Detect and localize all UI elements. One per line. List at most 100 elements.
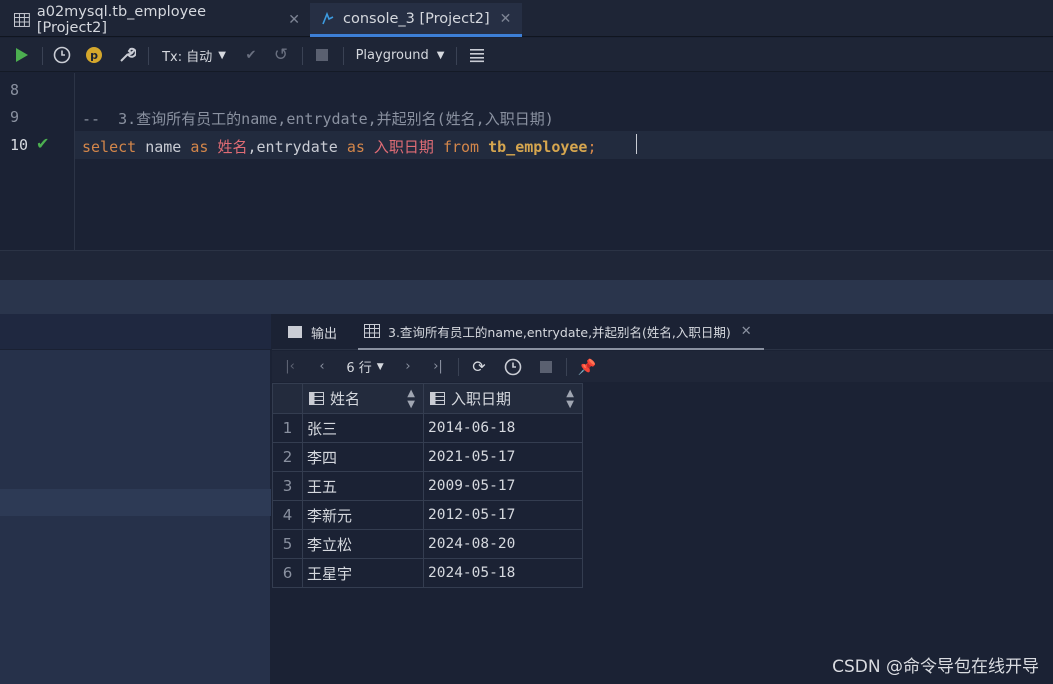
toolbar-divider xyxy=(566,358,567,376)
line-number: 8 xyxy=(10,81,20,99)
tab-tb-employee[interactable]: a02mysql.tb_employee [Project2] ✕ xyxy=(4,3,310,37)
console-icon xyxy=(322,11,334,24)
close-icon[interactable]: ✕ xyxy=(741,324,752,339)
line-number: 10 xyxy=(10,136,29,154)
tab-result-label: 3.查询所有员工的name,entrydate,并起别名(姓名,入职日期) xyxy=(388,324,731,340)
layout-button[interactable] xyxy=(466,38,488,72)
tab-label: console_3 [Project2] xyxy=(343,10,490,27)
history-button[interactable] xyxy=(50,38,74,72)
editor-status-strip xyxy=(0,250,1053,280)
cell-name[interactable]: 李立松 xyxy=(302,529,424,559)
next-page-button[interactable]: › xyxy=(398,351,418,382)
cell-date[interactable]: 2014-06-18 xyxy=(423,413,583,443)
prev-page-button[interactable]: ‹ xyxy=(312,351,332,382)
cell-name[interactable]: 李四 xyxy=(302,442,424,472)
sql-editor[interactable] xyxy=(0,73,1053,250)
toolbar-divider xyxy=(302,47,303,65)
first-page-icon: |‹ xyxy=(285,359,295,374)
check-icon: ✔ xyxy=(36,134,50,153)
line-number: 9 xyxy=(10,108,20,126)
results-tab-bar: 输出 3.查询所有员工的name,entrydate,并起别名(姓名,入职日期)… xyxy=(272,314,1053,350)
cell-name[interactable]: 王五 xyxy=(302,471,424,501)
row-number: 6 xyxy=(272,558,303,588)
keyword-select: select xyxy=(82,138,137,156)
text-cursor xyxy=(636,134,637,154)
first-page-button[interactable]: |‹ xyxy=(280,351,300,382)
editor-toolbar: p Tx: 自动 ▼ ✔ ↺ Playground ▼ xyxy=(0,38,1053,72)
last-page-button[interactable]: ›| xyxy=(428,351,448,382)
refresh-icon: ⟳ xyxy=(472,357,486,376)
table-icon xyxy=(14,13,30,27)
cell-date[interactable]: 2009-05-17 xyxy=(423,471,583,501)
playground-dropdown[interactable]: Playground ▼ xyxy=(354,38,446,72)
table-row[interactable]: 2 李四 2021-05-17 xyxy=(272,442,583,472)
keyword-as: as xyxy=(346,138,365,156)
tab-console-3[interactable]: console_3 [Project2] ✕ xyxy=(310,3,522,37)
table-row[interactable]: 4 李新元 2012-05-17 xyxy=(272,500,583,530)
undo-icon: ↺ xyxy=(273,45,289,65)
comma: , xyxy=(247,138,257,156)
table-row[interactable]: 6 王星宇 2024-05-18 xyxy=(272,558,583,588)
panel-divider[interactable] xyxy=(0,280,1053,314)
cell-date[interactable]: 2012-05-17 xyxy=(423,500,583,530)
column-header-entrydate[interactable]: 入职日期 ▲ ▼ xyxy=(423,383,583,414)
column-icon xyxy=(430,392,445,405)
tab-output-label: 输出 xyxy=(311,326,338,342)
cell-name[interactable]: 李新元 xyxy=(302,500,424,530)
cell-name[interactable]: 王星宇 xyxy=(302,558,424,588)
row-count-dropdown[interactable]: 6 行 ▼ xyxy=(342,351,388,382)
rollback-button[interactable]: ↺ xyxy=(270,38,292,72)
toolbar-divider xyxy=(343,47,344,65)
toolbar-divider xyxy=(456,47,457,65)
tab-result-set[interactable]: 3.查询所有员工的name,entrydate,并起别名(姓名,入职日期) ✕ xyxy=(358,314,764,350)
cell-date[interactable]: 2024-05-18 xyxy=(423,558,583,588)
tab-label: a02mysql.tb_employee [Project2] xyxy=(36,4,206,36)
run-button[interactable] xyxy=(10,38,34,72)
results-toolbar: |‹ ‹ 6 行 ▼ › ›| ⟳ 📌 xyxy=(272,351,1053,382)
cell-date[interactable]: 2024-08-20 xyxy=(423,529,583,559)
stop-icon xyxy=(540,360,552,373)
refresh-button[interactable]: ⟳ xyxy=(468,351,490,382)
transaction-mode-dropdown[interactable]: Tx: 自动 ▼ xyxy=(160,38,228,72)
table-name: tb_employee xyxy=(488,138,588,156)
cell-name[interactable]: 张三 xyxy=(302,413,424,443)
table-icon xyxy=(364,324,380,338)
sort-icon[interactable]: ▲ ▼ xyxy=(407,388,415,410)
sort-icon[interactable]: ▲ ▼ xyxy=(566,388,574,410)
toolbar-divider xyxy=(458,358,459,376)
sql-statement: select name as 姓名,entrydate as 入职日期 from… xyxy=(82,136,597,157)
profile-button[interactable]: p xyxy=(82,38,106,72)
table-row[interactable]: 5 李立松 2024-08-20 xyxy=(272,529,583,559)
svg-text:p: p xyxy=(90,49,98,62)
column-header-name[interactable]: 姓名 ▲ ▼ xyxy=(302,383,424,414)
stop-button[interactable] xyxy=(312,38,332,72)
toolbar-divider xyxy=(42,47,43,65)
clock-icon xyxy=(504,358,522,375)
play-icon xyxy=(16,48,28,62)
close-icon[interactable]: ✕ xyxy=(288,12,300,28)
history-button[interactable] xyxy=(502,351,524,382)
pin-button[interactable]: 📌 xyxy=(576,351,598,382)
services-tree-selected-row[interactable] xyxy=(0,489,271,516)
row-number: 1 xyxy=(272,413,303,443)
keyword-as: as xyxy=(190,138,209,156)
row-number: 3 xyxy=(272,471,303,501)
check-icon: ✔ xyxy=(245,47,257,63)
tab-output[interactable]: 输出 xyxy=(288,314,337,350)
commit-button[interactable]: ✔ xyxy=(240,38,262,72)
cell-date[interactable]: 2021-05-17 xyxy=(423,442,583,472)
chevron-down-icon: ▼ xyxy=(218,49,226,61)
watermark-text: CSDN @命令导包在线开导 xyxy=(832,657,1039,677)
results-grid[interactable]: 姓名 ▲ ▼ 入职日期 ▲ ▼ 1 张三 2014-06-18 2 李四 2021-05-1… xyxy=(272,383,583,588)
cancel-button[interactable] xyxy=(536,351,556,382)
row-number: 2 xyxy=(272,442,303,472)
settings-button[interactable] xyxy=(115,38,139,72)
column-name: name xyxy=(145,138,182,156)
chevron-down-icon: ▼ xyxy=(376,361,384,372)
line-gutter xyxy=(0,73,75,250)
table-row[interactable]: 3 王五 2009-05-17 xyxy=(272,471,583,501)
console-icon xyxy=(288,326,302,338)
alias-name: 姓名 xyxy=(217,138,248,156)
table-row[interactable]: 1 张三 2014-06-18 xyxy=(272,413,583,443)
close-icon[interactable]: ✕ xyxy=(500,11,512,27)
